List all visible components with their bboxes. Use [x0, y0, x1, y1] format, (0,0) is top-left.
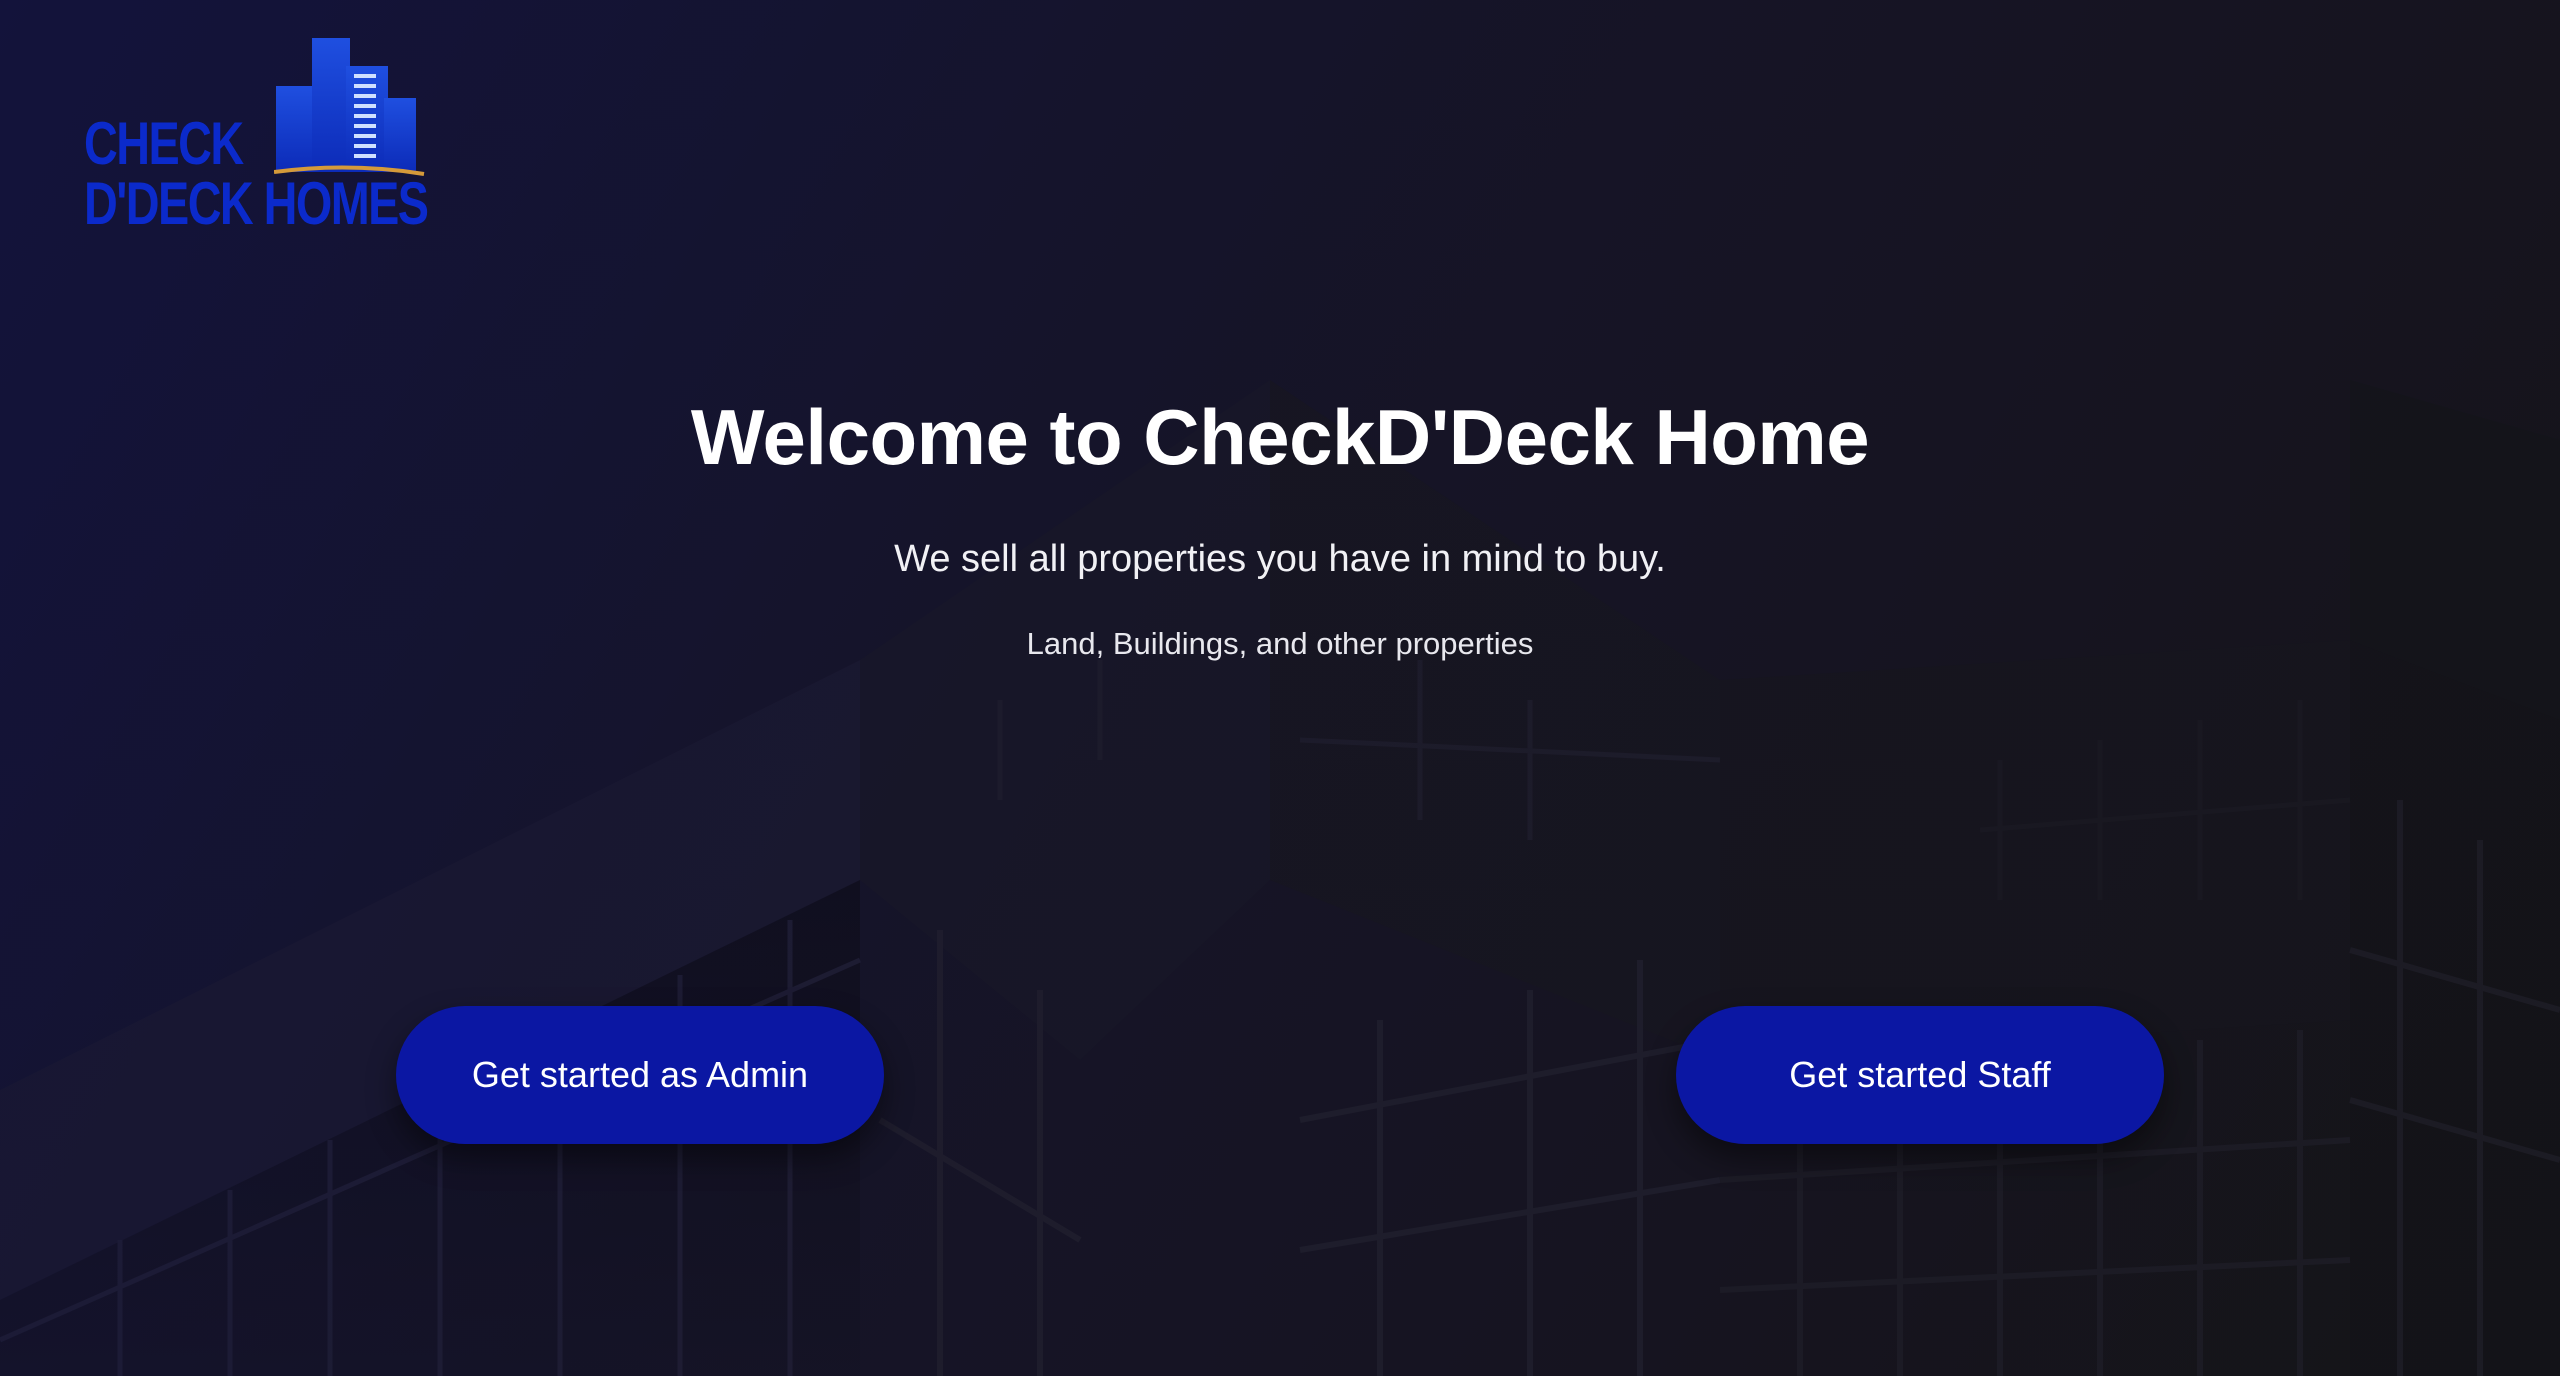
building-skyline-icon: [274, 38, 425, 176]
page-title: Welcome to CheckD'Deck Home: [690, 393, 1870, 481]
logo-text-line1: CHECK: [84, 110, 244, 177]
logo-text-line2: D'DECK HOMES: [84, 170, 429, 237]
get-started-staff-button[interactable]: Get started Staff: [1676, 1006, 2164, 1144]
hero-subtitle: We sell all properties you have in mind …: [894, 538, 1666, 580]
landing-page: CHECK D'DECK HOMES Welcome to CheckD'Dec…: [0, 0, 2560, 1376]
hero-tagline: Land, Buildings, and other properties: [1026, 626, 1534, 661]
get-started-admin-button[interactable]: Get started as Admin: [396, 1006, 884, 1144]
brand-logo[interactable]: CHECK D'DECK HOMES: [84, 34, 434, 234]
